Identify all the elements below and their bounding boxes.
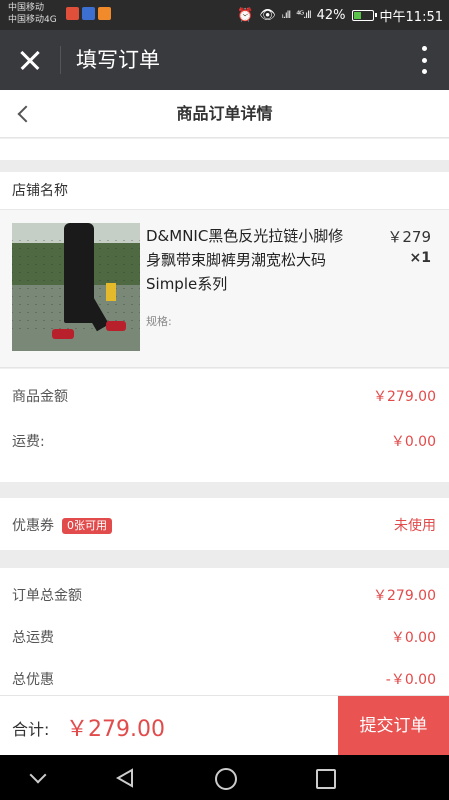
app-notification-icon (82, 7, 95, 20)
chevron-down-icon[interactable] (26, 767, 48, 789)
system-nav-bar (0, 755, 449, 800)
footer-total-label: 合计: (12, 720, 50, 739)
status-right: ⏰ 👁 ᵢ.ıll ⁴ᴳ.ıll 42% 中午11:51 (237, 6, 443, 25)
page-title: 商品订单详情 (176, 104, 273, 123)
signal-icon: ᵢ.ıll (281, 10, 291, 21)
shipping-value: ￥0.00 (390, 434, 436, 450)
alarm-icon: ⏰ (237, 8, 254, 23)
eye-icon: 👁 (259, 8, 276, 23)
back-triangle-icon[interactable] (114, 767, 136, 789)
product-card[interactable]: D&MNIC黑色反光拉链小脚修身飘带束脚裤男潮宽松大码Simple系列 规格: … (0, 210, 449, 368)
checkout-footer: 合计: ￥279.00 提交订单 (0, 695, 449, 756)
app-title: 填写订单 (76, 48, 160, 72)
more-icon[interactable] (421, 46, 427, 74)
close-icon[interactable] (14, 44, 46, 76)
total-discount-row: 总优惠 -￥0.00 (0, 657, 449, 699)
coupon-row[interactable]: 优惠券 0张可用 未使用 (0, 503, 449, 545)
carrier-1: 中国移动 (8, 3, 45, 13)
section-divider (0, 160, 449, 172)
recent-apps-icon[interactable] (314, 767, 336, 789)
shop-name: 店铺名称 (12, 183, 68, 199)
submit-order-button[interactable]: 提交订单 (338, 696, 449, 756)
app-notification-icon (98, 7, 111, 20)
spacer (0, 139, 449, 160)
carrier-2: 中国移动4G (8, 15, 57, 25)
goods-amount-label: 商品金额 (12, 389, 68, 405)
carrier-info: 中国移动 中国移动4G (8, 2, 57, 26)
battery-fill (353, 12, 361, 19)
app-notification-icon (66, 7, 79, 20)
product-image[interactable] (12, 223, 140, 351)
battery-icon (351, 10, 377, 21)
fees-section: 商品金额 ￥279.00 运费: ￥0.00 (0, 369, 449, 482)
total-discount-label: 总优惠 (12, 672, 54, 688)
footer-total-value: ￥279.00 (66, 717, 165, 742)
coupon-label: 优惠券 0张可用 (12, 515, 112, 535)
coupon-badge: 0张可用 (62, 518, 112, 534)
coupon-section[interactable]: 优惠券 0张可用 未使用 (0, 498, 449, 550)
order-total-value: ￥279.00 (373, 588, 436, 604)
summary-section: 订单总金额 ￥279.00 总运费 ￥0.00 总优惠 -￥0.00 (0, 568, 449, 695)
status-bar: 中国移动 中国移动4G ⏰ 👁 ᵢ.ıll ⁴ᴳ.ıll 42% 中午11:51 (0, 0, 449, 30)
total-shipping-label: 总运费 (12, 630, 54, 646)
home-circle-icon[interactable] (214, 767, 237, 790)
signal-icon: ⁴ᴳ.ıll (296, 10, 311, 21)
order-total-row: 订单总金额 ￥279.00 (0, 573, 449, 615)
page-header: 商品订单详情 (0, 90, 449, 138)
total-discount-value: -￥0.00 (385, 672, 436, 688)
product-name: D&MNIC黑色反光拉链小脚修身飘带束脚裤男潮宽松大码Simple系列 (146, 227, 344, 293)
shipping-row: 运费: ￥0.00 (0, 419, 449, 461)
coupon-status: 未使用 (394, 518, 436, 534)
notification-icons (66, 7, 111, 20)
shop-row: 店铺名称 (0, 172, 449, 210)
app-bar-divider (60, 46, 61, 74)
total-shipping-value: ￥0.00 (390, 630, 436, 646)
product-spec: 规格: (146, 315, 172, 328)
order-total-label: 订单总金额 (12, 588, 82, 604)
total-shipping-row: 总运费 ￥0.00 (0, 615, 449, 657)
section-divider (0, 482, 449, 498)
section-divider (0, 550, 449, 568)
product-quantity: ×1 (409, 250, 431, 266)
battery-percent: 42% (316, 8, 346, 23)
clock: 中午11:51 (379, 10, 443, 25)
app-bar: 填写订单 (0, 30, 449, 90)
goods-amount-value: ￥279.00 (373, 389, 436, 405)
product-price: ￥279 (387, 228, 431, 246)
goods-amount-row: 商品金额 ￥279.00 (0, 374, 449, 416)
shipping-label: 运费: (12, 434, 45, 450)
